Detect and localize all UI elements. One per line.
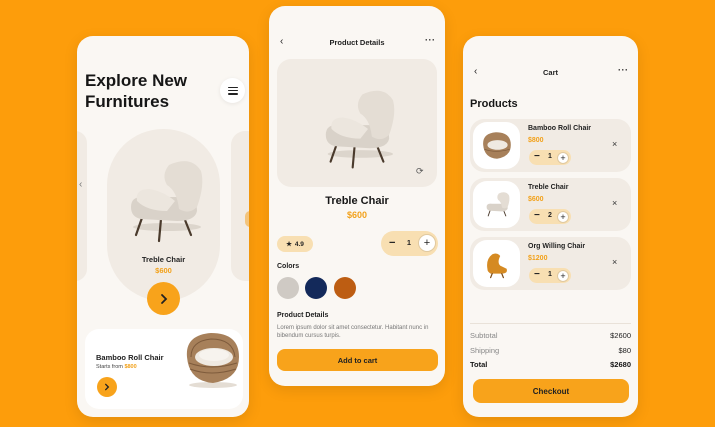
bamboo-chair-image xyxy=(186,333,239,388)
quantity-stepper: − 1 + xyxy=(529,150,571,165)
promo-go-button[interactable] xyxy=(97,377,117,397)
cart-item-price: $1200 xyxy=(528,255,548,262)
products-heading: Products xyxy=(470,98,518,110)
more-dots-icon[interactable]: ··· xyxy=(425,35,436,45)
hamburger-menu-icon xyxy=(227,86,238,95)
cart-item-name: Org Willing Chair xyxy=(528,243,586,250)
page-title: Product Details xyxy=(329,38,385,47)
cart-item: Org Willing Chair $1200 − 1 + × xyxy=(470,237,631,290)
minus-icon[interactable]: − xyxy=(389,237,395,249)
minus-icon[interactable]: − xyxy=(534,151,540,162)
minus-icon[interactable]: − xyxy=(534,210,540,221)
star-icon: ★ xyxy=(286,241,292,248)
promo-starting-price: Starts from $800 xyxy=(96,364,137,370)
page-title: Explore New Furnitures xyxy=(85,71,188,111)
rating-value: 4.9 xyxy=(294,240,304,248)
cart-item: Treble Chair $600 − 2 + × xyxy=(470,178,631,231)
checkout-button[interactable]: Checkout xyxy=(473,379,629,403)
color-swatch-grey[interactable] xyxy=(277,277,299,299)
product-thumbnail xyxy=(473,240,520,287)
colors-label: Colors xyxy=(277,263,300,270)
product-name: Treble Chair xyxy=(141,255,186,264)
view-product-button[interactable] xyxy=(147,282,180,315)
chair-thumbnail-icon xyxy=(245,211,249,227)
chevron-right-icon xyxy=(160,293,167,304)
product-details-label: Product Details xyxy=(277,312,329,319)
total-label: Total xyxy=(470,360,488,369)
cart-item-price: $800 xyxy=(528,137,544,144)
plus-icon[interactable]: + xyxy=(557,210,569,223)
cart-item: Bamboo Roll Chair $800 − 1 + × xyxy=(470,119,631,172)
minus-icon[interactable]: − xyxy=(534,269,540,280)
remove-item-icon[interactable]: × xyxy=(612,139,617,149)
rating-badge: ★ 4.9 xyxy=(277,236,313,252)
lounge-chair-image xyxy=(486,253,507,278)
page-title: Cart xyxy=(542,68,558,77)
divider xyxy=(470,323,631,324)
product-price: $600 xyxy=(155,266,172,275)
armchair-image xyxy=(325,90,395,169)
shipping-value: $80 xyxy=(618,346,631,355)
menu-button[interactable] xyxy=(220,78,245,103)
plus-icon[interactable]: + xyxy=(418,234,436,252)
armchair-image xyxy=(131,161,203,243)
plus-icon[interactable]: + xyxy=(557,269,569,282)
product-price: $600 xyxy=(346,210,368,220)
cart-item-price: $600 xyxy=(528,196,544,203)
remove-item-icon[interactable]: × xyxy=(612,198,617,208)
total-value: $2680 xyxy=(610,360,631,369)
quantity-value: 1 xyxy=(548,153,552,160)
subtotal-label: Subtotal xyxy=(470,331,498,340)
plus-icon[interactable]: + xyxy=(557,151,569,164)
product-thumbnail xyxy=(473,181,520,228)
quantity-value: 2 xyxy=(548,212,552,219)
quantity-value: 1 xyxy=(406,238,412,247)
add-to-cart-button[interactable]: Add to cart xyxy=(277,349,438,371)
color-swatch-navy[interactable] xyxy=(305,277,327,299)
quantity-stepper: − 1 + xyxy=(381,231,438,256)
carousel-next-card[interactable] xyxy=(231,131,249,281)
bamboo-chair-image xyxy=(482,131,511,159)
quantity-value: 1 xyxy=(548,271,552,278)
more-dots-icon[interactable]: ··· xyxy=(618,65,629,75)
cart-screen: ‹ Cart ··· Products Bamboo Roll Chair $8… xyxy=(463,36,638,417)
color-swatch-brown[interactable] xyxy=(334,277,356,299)
product-thumbnail xyxy=(473,122,520,169)
subtotal-value: $2600 xyxy=(610,331,631,340)
quantity-stepper: − 2 + xyxy=(529,209,571,224)
chevron-left-icon: ‹ xyxy=(79,179,83,190)
cart-item-name: Bamboo Roll Chair xyxy=(528,125,592,132)
product-description: Lorem ipsum dolor sit amet consectetur. … xyxy=(277,325,429,339)
armchair-image xyxy=(486,191,509,216)
shipping-label: Shipping xyxy=(470,346,500,355)
remove-item-icon[interactable]: × xyxy=(612,257,617,267)
explore-screen: Explore New Furnitures ‹ Treble Chair $6… xyxy=(77,36,249,417)
carousel-prev-card[interactable] xyxy=(77,131,87,281)
quantity-stepper: − 1 + xyxy=(529,268,571,283)
chevron-right-icon xyxy=(105,383,110,391)
product-name: Treble Chair xyxy=(325,195,389,207)
promo-product-name: Bamboo Roll Chair xyxy=(96,353,164,362)
cart-item-name: Treble Chair xyxy=(528,184,569,191)
product-details-screen: ‹ Product Details ··· ⟳ Treble Chair $60… xyxy=(269,6,445,386)
rotate-360-icon[interactable]: ⟳ xyxy=(416,166,424,177)
